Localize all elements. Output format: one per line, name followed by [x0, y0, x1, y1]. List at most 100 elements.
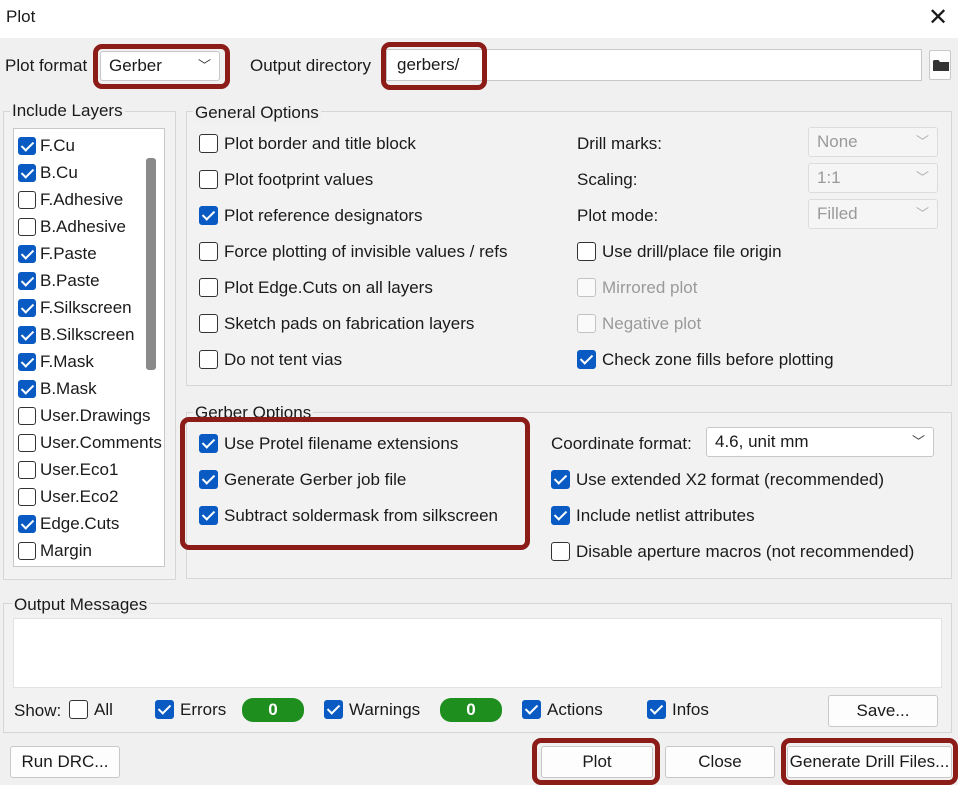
general-option[interactable]: Do not tent vias — [199, 349, 342, 370]
scaling-label: Scaling: — [577, 170, 638, 189]
checkbox[interactable] — [199, 434, 218, 454]
general-option[interactable]: Force plotting of invisible values / ref… — [199, 241, 507, 262]
gerber-option[interactable]: Subtract soldermask from silkscreen — [199, 505, 498, 526]
close-button[interactable]: Close — [665, 746, 775, 778]
general-option[interactable]: Plot border and title block — [199, 133, 416, 154]
checkbox[interactable] — [18, 379, 36, 398]
layer-item-label: Edge.Cuts — [40, 513, 120, 533]
checkbox[interactable] — [18, 190, 36, 209]
checkbox[interactable] — [199, 242, 218, 262]
checkbox[interactable] — [18, 136, 36, 155]
gerber-option-label: Use Protel filename extensions — [224, 433, 459, 453]
checkbox[interactable] — [324, 700, 343, 720]
general-option-label: Plot reference designators — [224, 205, 423, 225]
checkbox[interactable] — [18, 487, 36, 506]
layer-item[interactable]: User.Drawings — [18, 405, 151, 426]
gerber-option[interactable]: Disable aperture macros (not recommended… — [551, 541, 914, 562]
checkbox[interactable] — [577, 350, 596, 370]
checkbox[interactable] — [18, 433, 36, 452]
layer-item[interactable]: B.Adhesive — [18, 216, 126, 237]
checkbox[interactable] — [199, 314, 218, 334]
plot-mode-select[interactable]: Filled ﹀ — [808, 199, 938, 229]
run-drc-button[interactable]: Run DRC... — [10, 746, 120, 778]
layer-item[interactable]: User.Eco2 — [18, 486, 118, 507]
checkbox[interactable] — [18, 244, 36, 263]
layer-item[interactable]: B.Mask — [18, 378, 97, 399]
save-messages-button[interactable]: Save... — [828, 695, 938, 727]
layer-item[interactable]: F.Adhesive — [18, 189, 123, 210]
gerber-option[interactable]: Use extended X2 format (recommended) — [551, 469, 884, 490]
output-directory-input[interactable]: gerbers/ — [386, 49, 922, 81]
layer-item[interactable]: User.Eco1 — [18, 459, 118, 480]
checkbox[interactable] — [199, 206, 218, 226]
layer-item[interactable]: Edge.Cuts — [18, 513, 119, 534]
close-icon[interactable]: ✕ — [924, 4, 952, 32]
show-infos-checkbox[interactable]: Infos — [647, 699, 709, 720]
checkbox[interactable] — [18, 217, 36, 236]
checkbox[interactable] — [551, 506, 570, 526]
checkbox[interactable] — [18, 514, 36, 533]
checkbox[interactable] — [18, 163, 36, 182]
checkbox[interactable] — [18, 460, 36, 479]
plot-button[interactable]: Plot — [541, 746, 653, 778]
checkbox[interactable] — [199, 470, 218, 490]
output-messages-area[interactable] — [13, 618, 942, 688]
layer-item-label: User.Eco1 — [40, 459, 119, 479]
scaling-select[interactable]: 1:1 ﹀ — [808, 163, 938, 193]
general-option-label: Check zone fills before plotting — [602, 349, 834, 369]
general-option[interactable]: Check zone fills before plotting — [577, 349, 834, 370]
checkbox[interactable] — [199, 170, 218, 190]
show-warnings-checkbox[interactable]: Warnings — [324, 699, 420, 720]
layer-item[interactable]: F.Paste — [18, 243, 97, 264]
checkbox[interactable] — [18, 406, 36, 425]
layer-item[interactable]: Margin — [18, 540, 92, 561]
plot-format-value: Gerber — [109, 56, 162, 75]
chevron-down-icon: ﹀ — [915, 170, 929, 185]
layer-item[interactable]: F.Mask — [18, 351, 94, 372]
checkbox[interactable] — [199, 278, 218, 298]
show-actions-checkbox[interactable]: Actions — [522, 699, 603, 720]
general-option[interactable]: Use drill/place file origin — [577, 241, 782, 262]
general-option-label: Plot border and title block — [224, 133, 416, 153]
checkbox[interactable] — [551, 542, 570, 562]
plot-format-select[interactable]: Gerber ﹀ — [100, 51, 220, 81]
general-option[interactable]: Plot footprint values — [199, 169, 373, 190]
general-option[interactable]: Plot Edge.Cuts on all layers — [199, 277, 433, 298]
layer-item[interactable]: F.Cu — [18, 135, 75, 156]
generate-drill-files-button[interactable]: Generate Drill Files... — [787, 746, 952, 778]
checkbox[interactable] — [577, 242, 596, 262]
plot-mode-label: Plot mode: — [577, 206, 659, 225]
layer-item[interactable]: B.Cu — [18, 162, 78, 183]
show-errors-checkbox[interactable]: Errors — [155, 699, 226, 720]
gerber-option[interactable]: Generate Gerber job file — [199, 469, 406, 490]
gerber-option[interactable]: Use Protel filename extensions — [199, 433, 458, 454]
show-all-checkbox[interactable]: All — [69, 699, 113, 720]
general-option[interactable]: Sketch pads on fabrication layers — [199, 313, 474, 334]
checkbox[interactable] — [199, 350, 218, 370]
checkbox[interactable] — [155, 700, 174, 720]
gerber-option[interactable]: Include netlist attributes — [551, 505, 755, 526]
browse-folder-button[interactable] — [929, 50, 951, 80]
layer-item[interactable]: B.Silkscreen — [18, 324, 134, 345]
checkbox[interactable] — [647, 700, 666, 720]
checkbox[interactable] — [18, 541, 36, 560]
layer-item[interactable]: B.Paste — [18, 270, 100, 291]
general-option[interactable]: Plot reference designators — [199, 205, 422, 226]
checkbox[interactable] — [551, 470, 570, 490]
general-option-label: Force plotting of invisible values / ref… — [224, 241, 508, 261]
checkbox[interactable] — [18, 325, 36, 344]
layer-list[interactable]: F.Cu B.Cu F.Adhesive B.Adhesive F.Paste B.Pas… — [13, 128, 165, 567]
layer-item[interactable]: F.Silkscreen — [18, 297, 132, 318]
checkbox[interactable] — [18, 352, 36, 371]
checkbox[interactable] — [69, 700, 88, 720]
checkbox[interactable] — [522, 700, 541, 720]
checkbox[interactable] — [199, 506, 218, 526]
checkbox[interactable] — [18, 271, 36, 290]
drill-marks-select[interactable]: None ﹀ — [808, 127, 938, 157]
checkbox[interactable] — [18, 298, 36, 317]
checkbox[interactable] — [199, 134, 218, 154]
layer-item[interactable]: User.Comments — [18, 432, 162, 453]
layer-item-label: B.Silkscreen — [40, 324, 135, 344]
coordinate-format-select[interactable]: 4.6, unit mm ﹀ — [706, 427, 934, 457]
layer-list-scrollbar[interactable] — [146, 158, 156, 370]
